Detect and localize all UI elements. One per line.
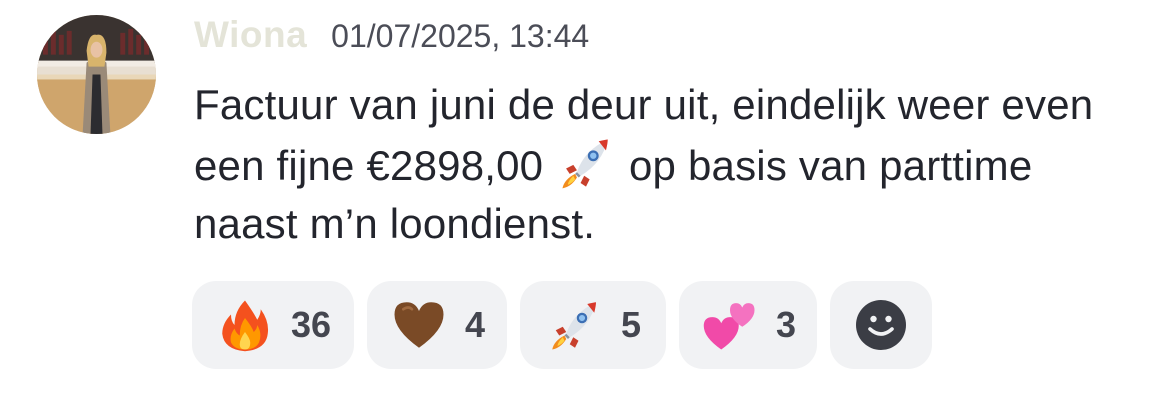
author-name[interactable]: Wiona: [194, 14, 307, 56]
fire-icon: [217, 297, 273, 353]
message-timestamp: 01/07/2025, 13:44: [331, 18, 590, 54]
reaction-rocket[interactable]: 5: [520, 281, 666, 369]
reaction-count: 3: [775, 304, 797, 345]
message-body: Factuur van juni de deur uit, eindelijk …: [194, 76, 1114, 253]
rocket-icon: [557, 134, 615, 192]
reaction-count: 36: [290, 304, 332, 345]
avatar-photo: [37, 15, 156, 134]
chat-message: Wiona 01/07/2025, 13:44 Factuur van juni…: [0, 0, 1170, 403]
reaction-two-hearts[interactable]: 3: [679, 281, 817, 369]
reaction-count: 5: [620, 304, 642, 345]
brown-heart-icon: [391, 297, 447, 353]
add-reaction-button[interactable]: [830, 281, 932, 369]
avatar[interactable]: [37, 15, 156, 134]
smiley-add-reaction-icon: [856, 300, 906, 350]
reaction-fire[interactable]: 36: [192, 281, 354, 369]
rocket-icon: [547, 297, 603, 353]
reaction-count: 4: [464, 304, 486, 345]
reaction-brown-heart[interactable]: 4: [367, 281, 507, 369]
reactions-bar: 36 4 5 3: [192, 281, 932, 369]
two-hearts-icon: [702, 297, 758, 353]
message-header: Wiona 01/07/2025, 13:44: [194, 14, 589, 62]
